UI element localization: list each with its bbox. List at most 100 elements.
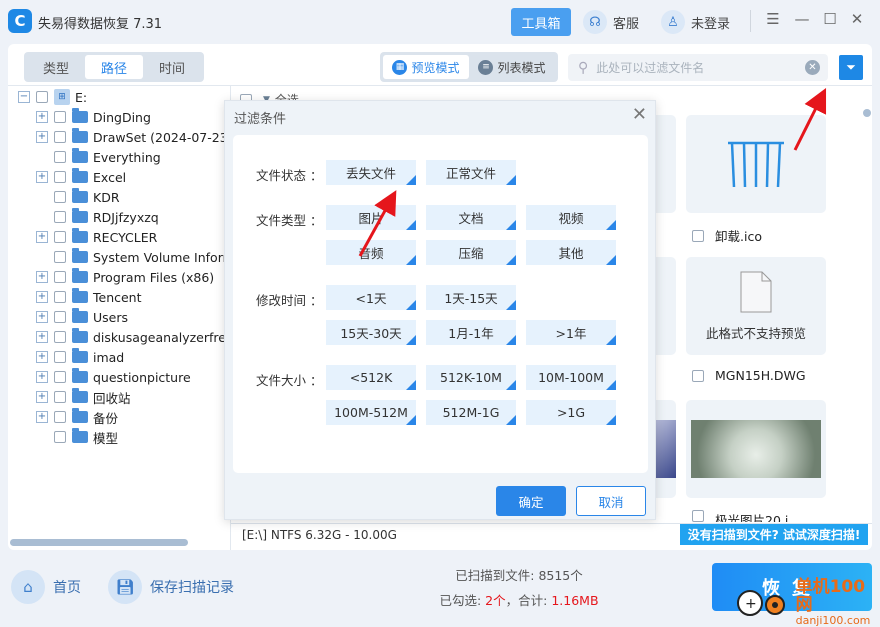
clear-icon[interactable]: ✕ bbox=[805, 60, 820, 75]
checkbox[interactable] bbox=[36, 91, 48, 103]
expand-icon[interactable]: + bbox=[36, 411, 48, 423]
toolbox-button[interactable]: 工具箱 bbox=[511, 8, 571, 36]
ok-button[interactable]: 确定 bbox=[496, 486, 566, 516]
tree-item[interactable]: System Volume Informa bbox=[36, 247, 228, 267]
checkbox[interactable] bbox=[54, 131, 66, 143]
checkbox[interactable] bbox=[54, 291, 66, 303]
close-icon[interactable]: ✕ bbox=[632, 104, 647, 125]
menu-icon[interactable]: ☰ bbox=[763, 10, 783, 32]
expand-icon[interactable]: + bbox=[36, 111, 48, 123]
tree-root[interactable]: − ⊞ E: bbox=[18, 87, 228, 107]
filter-option[interactable]: 15天-30天 bbox=[326, 320, 416, 345]
tree-item[interactable]: + diskusageanalyzerfree1 bbox=[36, 327, 228, 347]
preview-mode-button[interactable]: ▦ 预览模式 bbox=[383, 55, 469, 79]
filter-button[interactable]: ⏷ bbox=[839, 55, 863, 80]
expand-icon[interactable]: + bbox=[36, 351, 48, 363]
close-icon[interactable]: ✕ bbox=[847, 10, 867, 32]
expand-icon[interactable]: + bbox=[36, 231, 48, 243]
checkbox[interactable] bbox=[54, 251, 66, 263]
tree-item[interactable]: + 备份 bbox=[36, 407, 228, 427]
filter-option[interactable]: 512K-10M bbox=[426, 365, 516, 390]
filter-option[interactable]: >1年 bbox=[526, 320, 616, 345]
minimize-icon[interactable]: — bbox=[792, 10, 812, 32]
file-card[interactable] bbox=[686, 400, 826, 498]
checkbox[interactable] bbox=[54, 151, 66, 163]
filter-option[interactable]: 压缩 bbox=[426, 240, 516, 265]
expand-icon[interactable]: + bbox=[36, 131, 48, 143]
collapse-icon[interactable]: − bbox=[18, 91, 30, 103]
filter-option[interactable]: 音频 bbox=[326, 240, 416, 265]
checkbox[interactable] bbox=[54, 271, 66, 283]
checkbox[interactable] bbox=[692, 369, 704, 382]
checkbox[interactable] bbox=[692, 510, 704, 522]
checkbox[interactable] bbox=[54, 351, 66, 363]
tree-item[interactable]: KDR bbox=[36, 187, 228, 207]
file-card[interactable] bbox=[686, 115, 826, 213]
checkbox[interactable] bbox=[54, 431, 66, 443]
checkbox[interactable] bbox=[54, 371, 66, 383]
filter-option[interactable]: 100M-512M bbox=[326, 400, 416, 425]
filter-option[interactable]: 视频 bbox=[526, 205, 616, 230]
checkbox[interactable] bbox=[54, 391, 66, 403]
expand-icon[interactable]: + bbox=[36, 331, 48, 343]
expand-icon[interactable]: + bbox=[36, 291, 48, 303]
tree-item[interactable]: + DingDing bbox=[36, 107, 228, 127]
filter-option[interactable]: 其他 bbox=[526, 240, 616, 265]
checkbox[interactable] bbox=[54, 311, 66, 323]
tree-item[interactable]: + 回收站 bbox=[36, 387, 228, 407]
cancel-button[interactable]: 取消 bbox=[576, 486, 646, 516]
expand-icon[interactable]: + bbox=[36, 171, 48, 183]
recover-button[interactable]: 恢复 bbox=[712, 563, 872, 611]
filter-option[interactable]: >1G bbox=[526, 400, 616, 425]
filter-option[interactable]: <512K bbox=[326, 365, 416, 390]
filter-option[interactable]: 正常文件 bbox=[426, 160, 516, 185]
expand-icon[interactable]: + bbox=[36, 371, 48, 383]
home-button[interactable]: ⌂ 首页 bbox=[11, 570, 81, 604]
tree-item[interactable]: + Program Files (x86) bbox=[36, 267, 228, 287]
expand-icon[interactable]: + bbox=[36, 391, 48, 403]
list-mode-button[interactable]: ≡ 列表模式 bbox=[469, 55, 555, 79]
horizontal-scrollbar[interactable] bbox=[10, 539, 188, 546]
file-card[interactable]: 此格式不支持预览 bbox=[686, 257, 826, 355]
filter-option[interactable]: 文档 bbox=[426, 205, 516, 230]
search-input[interactable] bbox=[596, 60, 787, 75]
tree-item[interactable]: + DrawSet (2024-07-23_13 bbox=[36, 127, 228, 147]
filter-option[interactable]: 1月-1年 bbox=[426, 320, 516, 345]
filter-option[interactable]: 512M-1G bbox=[426, 400, 516, 425]
login-button[interactable]: ♙ 未登录 bbox=[661, 10, 730, 34]
save-scan-button[interactable]: 💾︎ 保存扫描记录 bbox=[108, 570, 234, 604]
file-item[interactable]: 卸载.ico bbox=[692, 226, 762, 245]
service-button[interactable]: ☊ 客服 bbox=[583, 10, 639, 34]
checkbox[interactable] bbox=[54, 171, 66, 183]
vertical-scrollbar[interactable] bbox=[863, 109, 871, 117]
tab-path[interactable]: 路径 bbox=[85, 55, 143, 79]
tree-item[interactable]: + Users bbox=[36, 307, 228, 327]
file-item[interactable]: MGN15H.DWG bbox=[692, 368, 806, 383]
tree-item[interactable]: + Tencent bbox=[36, 287, 228, 307]
tab-type[interactable]: 类型 bbox=[27, 55, 85, 79]
filter-option[interactable]: <1天 bbox=[326, 285, 416, 310]
checkbox[interactable] bbox=[54, 411, 66, 423]
filter-option[interactable]: 图片 bbox=[326, 205, 416, 230]
tree-item[interactable]: + Excel bbox=[36, 167, 228, 187]
checkbox[interactable] bbox=[54, 191, 66, 203]
filter-option[interactable]: 丢失文件 bbox=[326, 160, 416, 185]
filter-option[interactable]: 10M-100M bbox=[526, 365, 616, 390]
checkbox[interactable] bbox=[54, 331, 66, 343]
filter-option[interactable]: 1天-15天 bbox=[426, 285, 516, 310]
deep-scan-link[interactable]: 没有扫描到文件? 试试深度扫描! bbox=[680, 524, 868, 545]
checkbox[interactable] bbox=[54, 211, 66, 223]
maximize-icon[interactable]: ☐ bbox=[820, 10, 840, 32]
checkbox[interactable] bbox=[54, 111, 66, 123]
tree-item[interactable]: + imad bbox=[36, 347, 228, 367]
checkbox[interactable] bbox=[54, 231, 66, 243]
file-item[interactable]: 极光图片20.j bbox=[692, 510, 788, 522]
expand-icon[interactable]: + bbox=[36, 271, 48, 283]
tree-item[interactable]: Everything bbox=[36, 147, 228, 167]
tree-item[interactable]: RDJjfzyxzq bbox=[36, 207, 228, 227]
tree-item[interactable]: + RECYCLER bbox=[36, 227, 228, 247]
tree-item[interactable]: + questionpicture bbox=[36, 367, 228, 387]
checkbox[interactable] bbox=[692, 229, 704, 242]
expand-icon[interactable]: + bbox=[36, 311, 48, 323]
tab-time[interactable]: 时间 bbox=[143, 55, 201, 79]
